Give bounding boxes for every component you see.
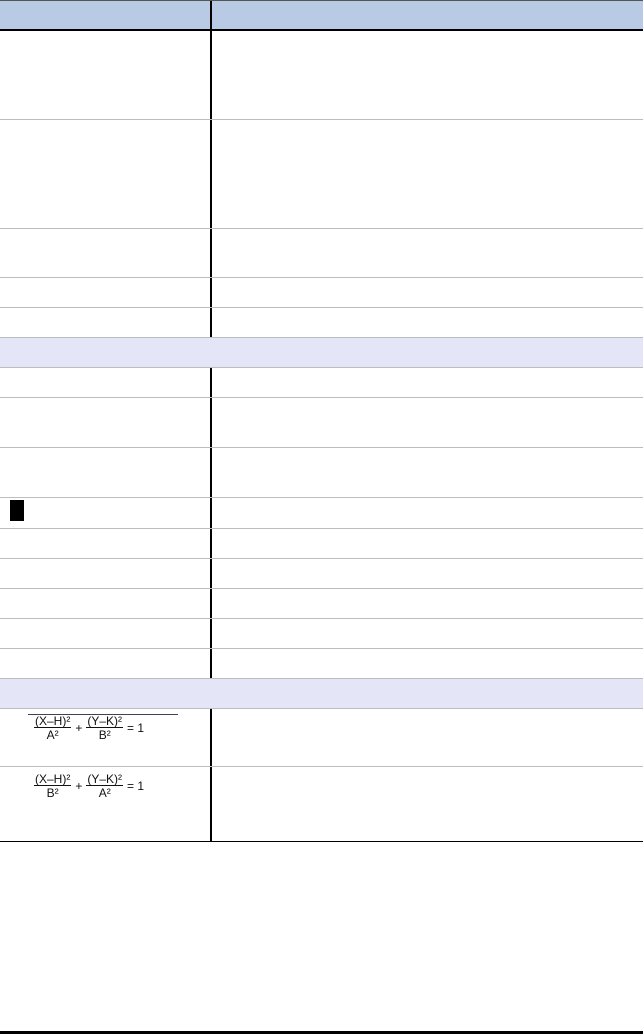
fraction: (Y–K)² A² (86, 772, 124, 800)
row-cell-left (0, 229, 210, 277)
table-row (0, 619, 643, 649)
row-cell-right (210, 398, 643, 447)
fraction: (Y–K)² B² (86, 714, 124, 742)
fraction-numerator: (X–H)² (34, 714, 72, 728)
table-row: (X–H)² B² + (Y–K)² A² = 1 (0, 767, 643, 841)
row-cell-right (210, 767, 643, 841)
row-cell-right (210, 498, 643, 528)
section-header-row (0, 679, 643, 709)
header-cell-left (0, 1, 210, 29)
section-header-cell (0, 679, 643, 708)
row-cell-right (210, 308, 643, 337)
table-row (0, 529, 643, 559)
row-cell-left (0, 649, 210, 678)
section-header-row (0, 338, 643, 368)
row-cell-right (210, 368, 643, 397)
table-row: (X–H)² A² + (Y–K)² B² = 1 (0, 709, 643, 767)
fraction-numerator: (Y–K)² (86, 714, 124, 728)
table-row (0, 559, 643, 589)
row-cell-right (210, 448, 643, 497)
fraction-numerator: (Y–K)² (86, 772, 124, 786)
row-cell-right (210, 709, 643, 766)
row-cell-right (210, 619, 643, 648)
header-cell-right (210, 1, 643, 29)
fraction-denominator: B² (98, 728, 111, 742)
table-row (0, 229, 643, 278)
formula-cell: (X–H)² A² + (Y–K)² B² = 1 (0, 709, 210, 766)
row-cell-left (0, 529, 210, 558)
row-cell-right (210, 559, 643, 588)
row-cell-left (0, 619, 210, 648)
fraction-denominator: B² (46, 786, 59, 800)
formula-cell: (X–H)² B² + (Y–K)² A² = 1 (0, 767, 210, 841)
fraction-denominator: A² (46, 728, 59, 742)
row-cell-right (210, 229, 643, 277)
table-row (0, 448, 643, 498)
section-header-cell (0, 338, 643, 367)
row-cell-left (0, 498, 210, 528)
row-cell-left (0, 398, 210, 447)
table-row (0, 649, 643, 679)
plus-sign: + (75, 721, 83, 735)
row-cell-right (210, 120, 643, 228)
table-row (0, 31, 643, 120)
equals-one: = 1 (127, 721, 145, 735)
row-cell-left (0, 589, 210, 618)
ellipse-vertical-formula: (X–H)² B² + (Y–K)² A² = 1 (34, 773, 144, 799)
row-cell-left (0, 278, 210, 307)
row-cell-right (210, 589, 643, 618)
row-cell-left (0, 448, 210, 497)
row-cell-left (0, 368, 210, 397)
plus-sign: + (75, 779, 83, 793)
row-cell-right (210, 649, 643, 678)
black-square-marker (10, 500, 24, 521)
reference-table: (X–H)² A² + (Y–K)² B² = 1 (X–H)² B² + (Y… (0, 0, 643, 842)
table-row (0, 308, 643, 338)
row-cell-left (0, 31, 210, 119)
table-header-row (0, 0, 643, 31)
table-row (0, 498, 643, 529)
table-row (0, 398, 643, 448)
row-cell-right (210, 529, 643, 558)
fraction: (X–H)² B² (34, 772, 72, 800)
row-cell-left (0, 308, 210, 337)
row-cell-right (210, 31, 643, 119)
fraction-denominator: A² (98, 786, 111, 800)
table-row (0, 589, 643, 619)
ellipse-horizontal-formula: (X–H)² A² + (Y–K)² B² = 1 (34, 715, 144, 741)
row-cell-left (0, 559, 210, 588)
row-cell-right (210, 278, 643, 307)
table-row (0, 368, 643, 398)
table-row (0, 278, 643, 308)
fraction: (X–H)² A² (34, 714, 72, 742)
table-row (0, 120, 643, 229)
equals-one: = 1 (127, 779, 145, 793)
row-cell-left (0, 120, 210, 228)
fraction-numerator: (X–H)² (34, 772, 72, 786)
